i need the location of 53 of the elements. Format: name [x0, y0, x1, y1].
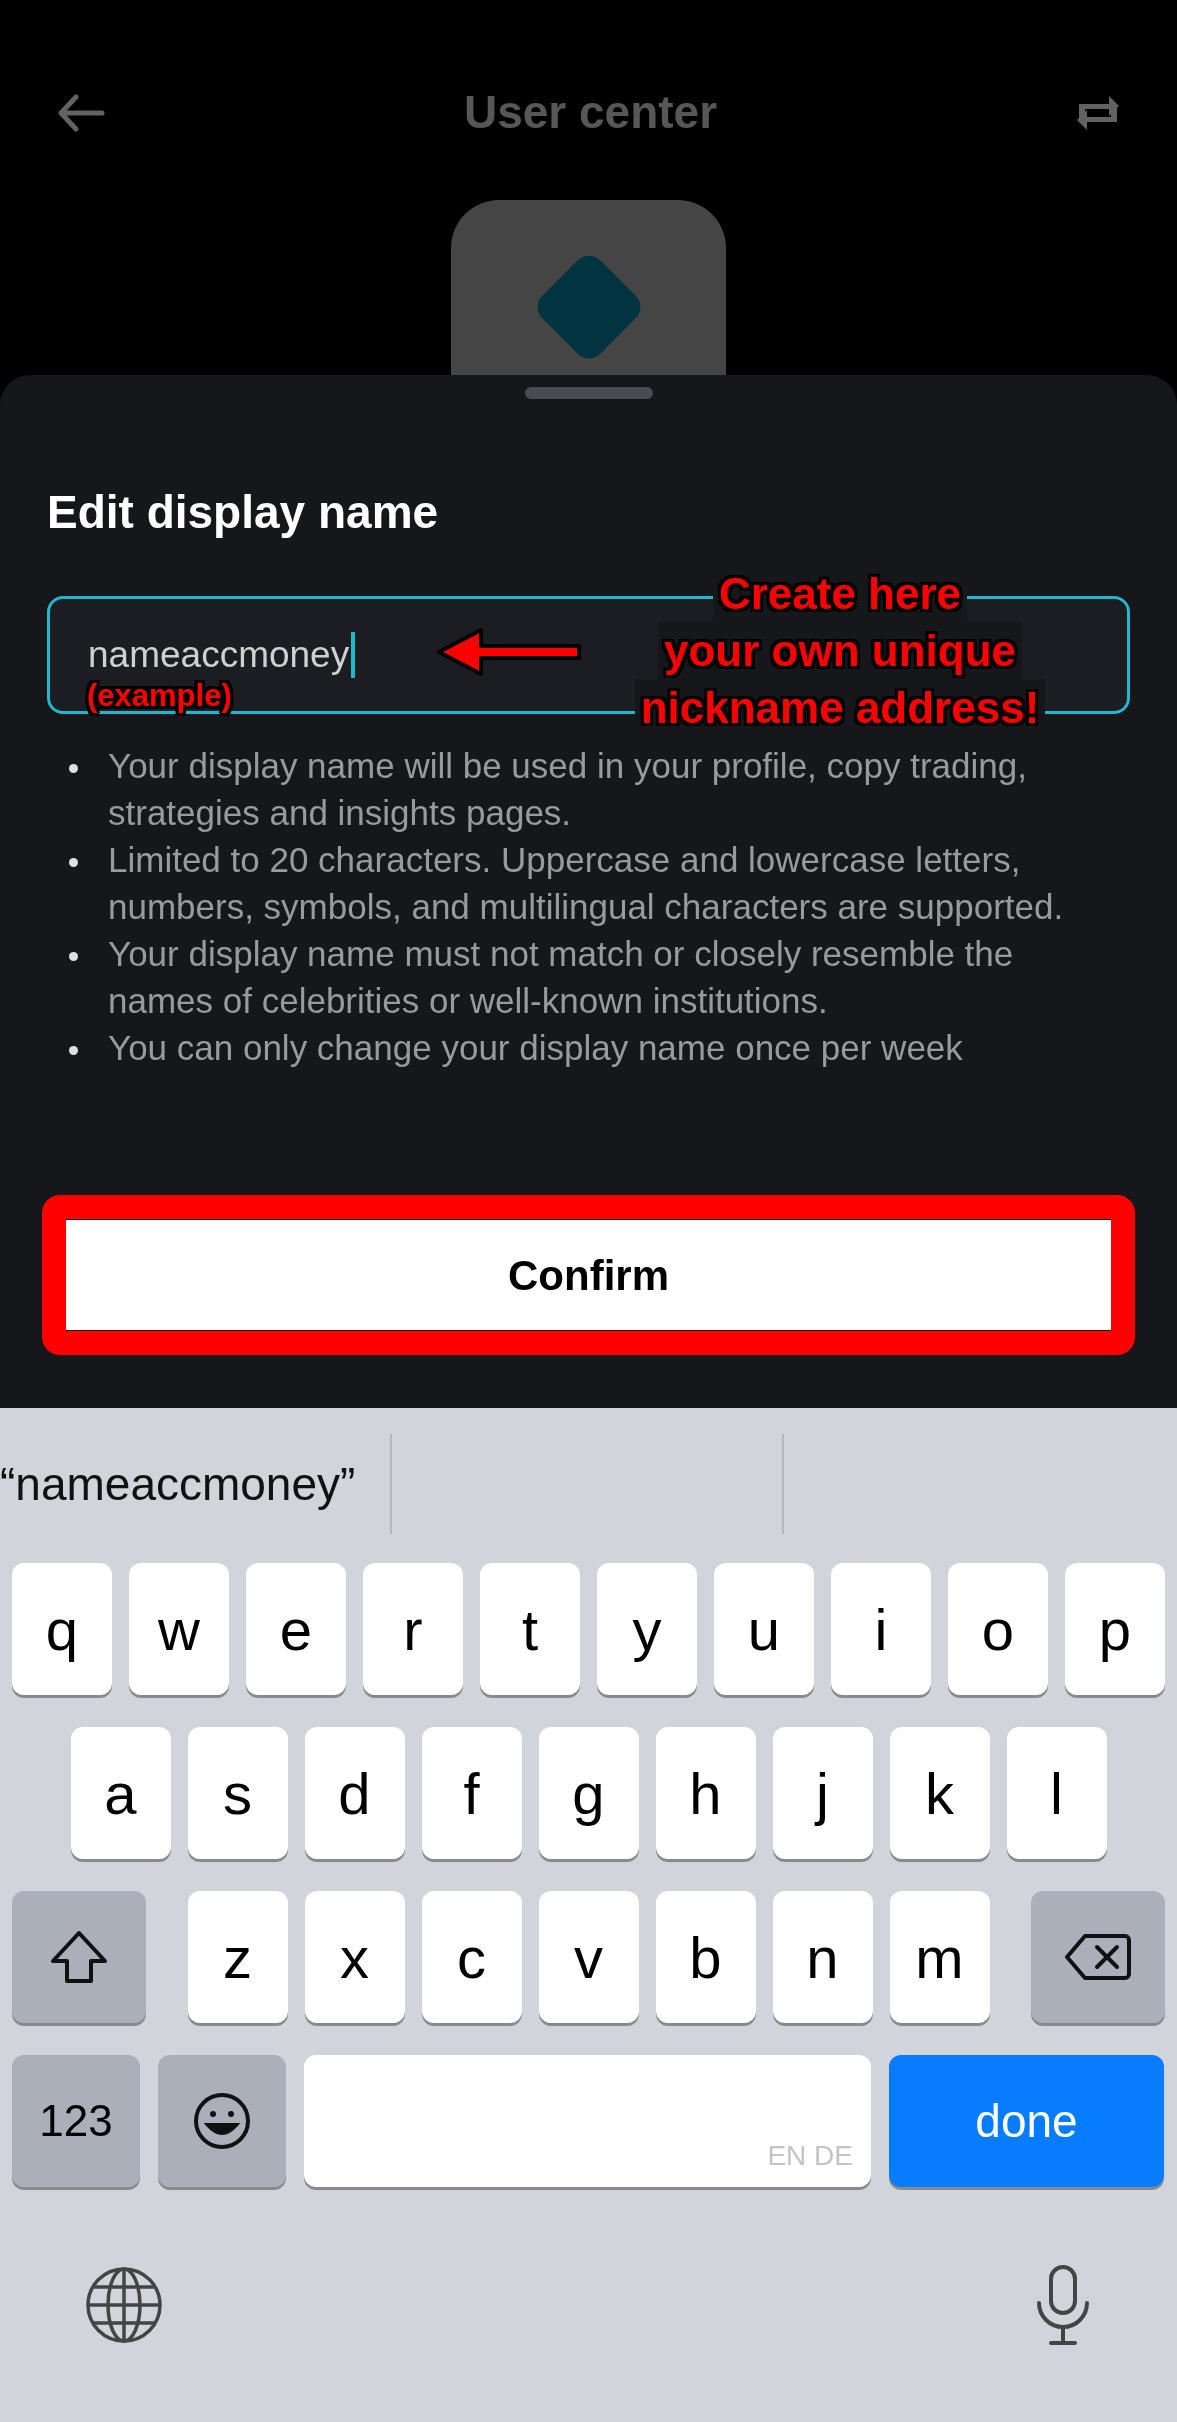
key[interactable]: g — [538, 1727, 639, 1859]
globe-icon[interactable] — [84, 2265, 164, 2345]
key[interactable]: w — [129, 1563, 229, 1695]
backspace-icon — [1065, 1932, 1131, 1982]
done-key[interactable]: done — [889, 2055, 1164, 2187]
shift-key[interactable] — [12, 1891, 146, 2023]
page-title: User center — [463, 85, 718, 140]
note-text: Limited to 20 characters. Uppercase and lowercase letters, numbers, symbols, and multilingual characters are supported. — [108, 839, 1065, 928]
key[interactable]: q — [12, 1563, 112, 1695]
key[interactable]: r — [363, 1563, 463, 1695]
key[interactable]: d — [304, 1727, 405, 1859]
key[interactable]: i — [831, 1563, 931, 1695]
bullet-icon — [69, 764, 78, 773]
key[interactable]: u — [714, 1563, 814, 1695]
annotation-text: your own unique — [658, 622, 1022, 679]
key[interactable]: j — [772, 1727, 873, 1859]
text-cursor — [351, 632, 356, 678]
confirm-button[interactable]: Confirm — [66, 1220, 1111, 1330]
note-text: Your display name will be used in your profile, copy trading, strategies and insights pages. — [108, 745, 1028, 834]
numbers-key[interactable]: 123 — [12, 2055, 140, 2187]
key[interactable]: n — [772, 1891, 873, 2023]
note-text: You can only change your display name once per week — [108, 1027, 963, 1069]
key[interactable]: v — [538, 1891, 639, 2023]
bullet-icon — [69, 1046, 78, 1055]
key[interactable]: f — [421, 1727, 522, 1859]
key[interactable]: x — [304, 1891, 405, 2023]
key[interactable]: k — [889, 1727, 990, 1859]
smiley-icon — [192, 2091, 252, 2151]
key[interactable]: y — [597, 1563, 697, 1695]
shift-icon — [49, 1929, 109, 1985]
key[interactable]: h — [655, 1727, 756, 1859]
key[interactable]: a — [70, 1727, 171, 1859]
sheet-title: Edit display name — [47, 485, 440, 540]
key[interactable]: c — [421, 1891, 522, 2023]
emoji-key[interactable] — [158, 2055, 286, 2187]
key[interactable]: z — [187, 1891, 288, 2023]
key[interactable]: o — [948, 1563, 1048, 1695]
key[interactable]: m — [889, 1891, 990, 2023]
drag-handle[interactable] — [524, 387, 653, 399]
key[interactable]: b — [655, 1891, 756, 2023]
key[interactable]: e — [246, 1563, 346, 1695]
bullet-icon — [69, 858, 78, 867]
back-arrow-icon[interactable] — [56, 92, 106, 133]
bullet-icon — [69, 952, 78, 961]
delete-key[interactable] — [1031, 1891, 1165, 2023]
suggestion-item[interactable]: “nameaccmoney” — [0, 1449, 356, 1519]
language-label: EN DE — [767, 2139, 853, 2173]
note-text: Your display name must not match or closely resemble the names of celebrities or well-known institutions. — [108, 933, 1015, 1022]
key[interactable]: l — [1006, 1727, 1107, 1859]
key[interactable]: p — [1065, 1563, 1165, 1695]
key[interactable]: t — [480, 1563, 580, 1695]
annotation-label: (example) — [87, 678, 232, 714]
key[interactable]: s — [187, 1727, 288, 1859]
